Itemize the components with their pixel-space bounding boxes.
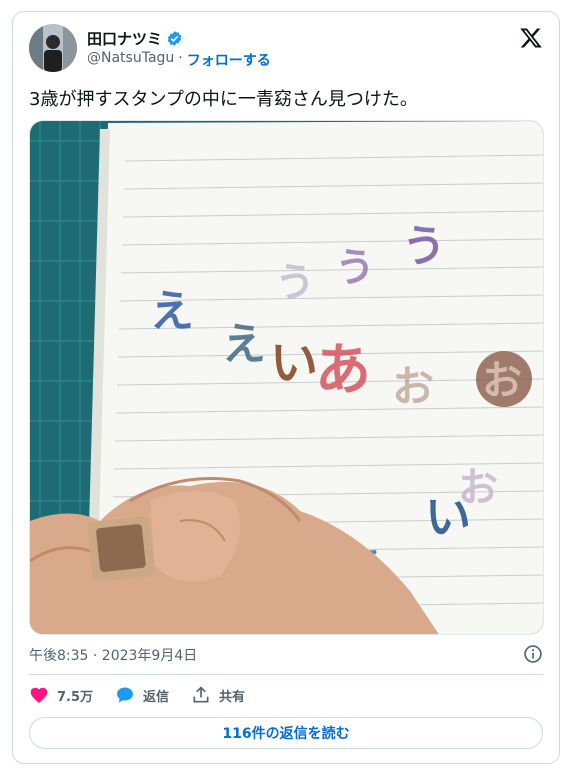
svg-text:お: お <box>458 465 498 511</box>
svg-text:い: い <box>270 335 318 391</box>
svg-text:お: お <box>482 358 522 404</box>
x-logo-icon[interactable] <box>519 26 543 50</box>
tweet-photo[interactable]: え う う う え い あ お お い お こ <box>29 120 544 635</box>
reply-label: 返信 <box>143 689 170 705</box>
svg-text:う: う <box>335 245 375 291</box>
share-label: 共有 <box>219 689 246 705</box>
user-name-row[interactable]: 田口ナツミ <box>87 28 183 49</box>
read-replies-button[interactable]: 116件の返信を読む <box>29 717 543 749</box>
info-icon[interactable] <box>523 644 543 664</box>
share-icon <box>193 686 209 703</box>
svg-text:う: う <box>402 221 446 272</box>
svg-text:え: え <box>222 319 266 370</box>
separator-dot: · <box>178 50 183 66</box>
avatar[interactable] <box>29 24 77 72</box>
verified-badge-icon <box>167 31 182 46</box>
tweet-text: 3歳が押すスタンプの中に一青窈さん見つけた。 <box>29 89 418 110</box>
like-count: 7.5万 <box>57 689 94 705</box>
svg-text:え: え <box>150 286 194 337</box>
timestamp[interactable]: 午後8:35 · 2023年9月4日 <box>29 645 197 665</box>
handle-row: @NatsuTagu · フォローする <box>87 50 271 70</box>
action-bar: 7.5万 返信 共有 <box>29 682 245 708</box>
divider <box>29 674 543 675</box>
display-name[interactable]: 田口ナツミ <box>87 28 162 49</box>
user-handle[interactable]: @NatsuTagu <box>87 50 174 70</box>
reply-button[interactable]: 返信 <box>115 685 169 705</box>
share-button[interactable]: 共有 <box>191 685 245 705</box>
heart-icon <box>30 687 48 703</box>
svg-text:う: う <box>275 260 315 306</box>
tweet-card: 田口ナツミ @NatsuTagu · フォローする 3歳が押すスタンプの中に一青… <box>12 11 560 764</box>
reply-bubble-icon <box>117 687 133 703</box>
svg-text:あ: あ <box>315 338 371 403</box>
follow-button[interactable]: フォローする <box>187 50 271 70</box>
like-button[interactable]: 7.5万 <box>29 685 93 705</box>
svg-text:お: お <box>392 362 434 411</box>
